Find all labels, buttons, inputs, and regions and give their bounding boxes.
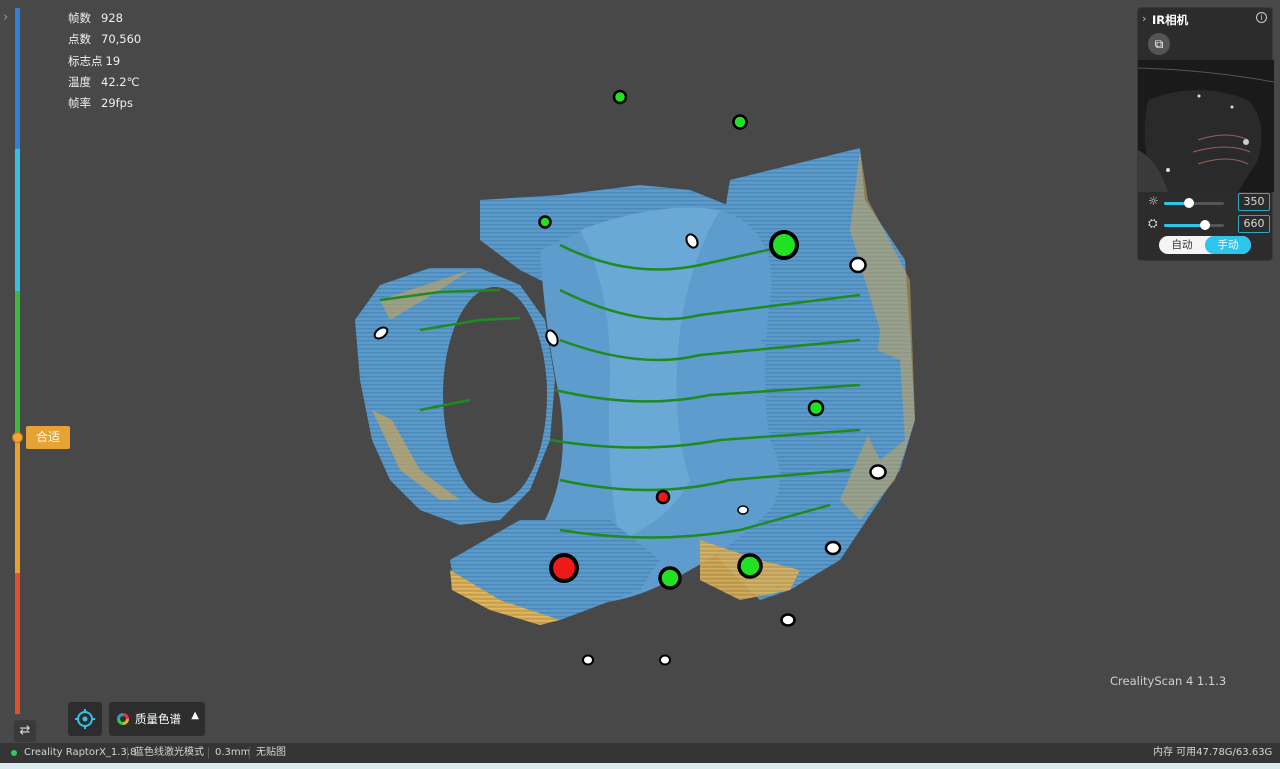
status-device: Creality RaptorX_1.3.8	[24, 747, 137, 758]
stat-points: 点数 70,560	[68, 32, 142, 47]
quality-colormap-label: 质量色谱	[135, 712, 181, 726]
status-texture: 无贴图	[256, 747, 286, 758]
scan-viewport[interactable]	[0, 0, 1280, 743]
capture-icon[interactable]: ⧉	[1148, 33, 1170, 55]
scale-segment-orange	[15, 432, 20, 573]
stat-frames: 帧数 928	[68, 11, 123, 25]
caret-up-icon: ▲	[191, 710, 199, 721]
exposure-thumb[interactable]	[1199, 220, 1210, 230]
stat-temperature: 温度 42.2℃	[68, 74, 140, 89]
expand-chevron-icon[interactable]: ›	[3, 10, 8, 25]
ir-camera-panel: › IR相机 i ⧉ ☼ 350 ⛭ 660 自动 手动	[1137, 7, 1274, 261]
scale-segment-blue	[15, 8, 20, 149]
stat-framerate: 帧率 29fps	[68, 96, 133, 111]
scale-slider-handle[interactable]	[12, 432, 23, 443]
status-mode: 蓝色线激光模式	[134, 747, 204, 758]
connection-status-icon	[11, 750, 17, 756]
status-bar: Creality RaptorX_1.3.8 蓝色线激光模式 0.3mm 无贴图…	[0, 743, 1280, 763]
swap-button[interactable]: ⇄	[14, 720, 36, 742]
scale-segment-cyan	[15, 149, 20, 291]
scale-segment-red	[15, 573, 20, 714]
stat-markers: 标志点 19	[68, 53, 121, 68]
info-icon[interactable]: i	[1256, 12, 1267, 23]
brightness-track[interactable]	[1164, 198, 1224, 208]
status-memory: 内存 可用47.78G/63.63G	[1153, 747, 1273, 758]
ir-camera-preview	[1138, 60, 1274, 192]
quality-color-scale	[15, 8, 20, 714]
exposure-icon: ⛭	[1148, 216, 1158, 230]
app-window: › 合适 ⇄ 帧数 928 点数 70,560 标志点 19 温度 42.2℃ 帧率 29…	[0, 0, 1280, 769]
mode-manual-option[interactable]: 手动	[1205, 236, 1251, 254]
brightness-value-input[interactable]: 350	[1238, 193, 1270, 211]
target-icon	[75, 709, 95, 729]
scale-fit-label: 合适	[26, 426, 70, 449]
brightness-slider[interactable]: ☼ 350	[1146, 193, 1270, 212]
scan-stats: 帧数 928 点数 70,560 标志点 19 温度 42.2℃ 帧率 29fps	[68, 8, 141, 114]
scale-segment-green	[15, 291, 20, 432]
exposure-track[interactable]	[1164, 220, 1224, 230]
mode-toggle[interactable]: 自动 手动	[1159, 236, 1251, 254]
quality-colormap-button[interactable]: 质量色谱 ▲	[109, 702, 205, 736]
brightness-thumb[interactable]	[1184, 198, 1195, 208]
exposure-slider[interactable]: ⛭ 660	[1146, 215, 1270, 234]
brightness-icon: ☼	[1148, 194, 1159, 208]
collapse-chevron-icon[interactable]: ›	[1142, 12, 1146, 25]
bottom-strip	[0, 763, 1280, 769]
ir-camera-title: IR相机	[1152, 13, 1189, 27]
status-resolution: 0.3mm	[215, 747, 251, 758]
app-version: CrealityScan 4 1.1.3	[1110, 674, 1227, 688]
colormap-icon	[117, 713, 129, 725]
scan-model	[355, 89, 915, 666]
exposure-value-input[interactable]: 660	[1238, 215, 1270, 233]
mode-auto-option[interactable]: 自动	[1159, 236, 1205, 254]
locate-button[interactable]	[68, 702, 102, 736]
